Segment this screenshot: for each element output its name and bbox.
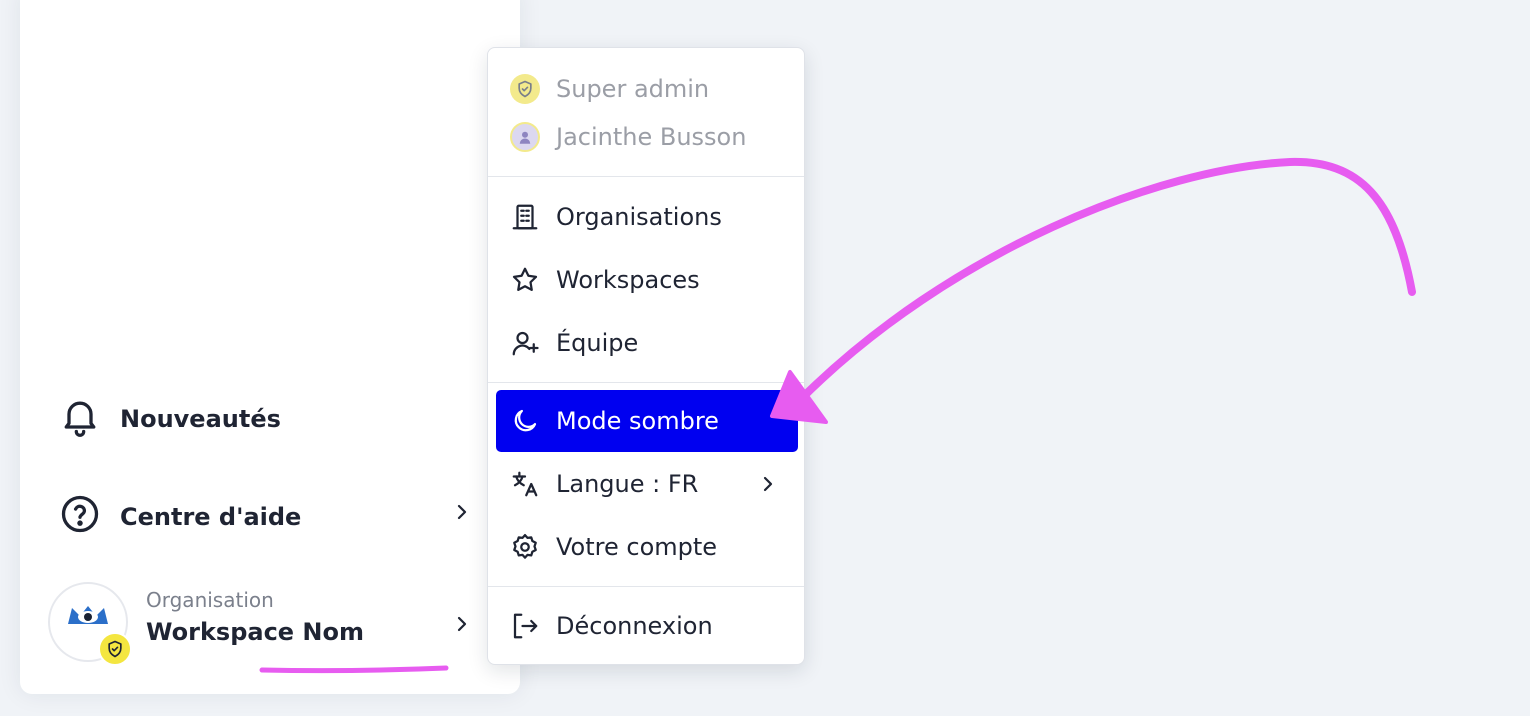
workspace-name[interactable]: Workspace Nom (146, 618, 364, 646)
menu-item-workspaces-label: Workspaces (556, 266, 700, 294)
building-icon (510, 202, 540, 232)
menu-divider (488, 382, 804, 383)
menu-item-language[interactable]: Langue : FR (496, 453, 798, 515)
menu-item-team-label: Équipe (556, 329, 639, 357)
menu-item-account-label: Votre compte (556, 533, 718, 561)
shield-check-icon (510, 74, 540, 104)
sidebar-item-help-label: Centre d'aide (120, 503, 302, 531)
question-circle-icon (58, 492, 102, 542)
logout-icon (510, 611, 540, 641)
sidebar-item-news-label: Nouveautés (120, 405, 281, 433)
sidebar-item-help[interactable]: Centre d'aide (58, 492, 301, 542)
menu-divider (488, 586, 804, 587)
menu-item-user-label: Jacinthe Busson (556, 123, 747, 151)
menu-item-organisations-label: Organisations (556, 203, 722, 231)
menu-item-account[interactable]: Votre compte (496, 516, 798, 578)
star-icon (510, 265, 540, 295)
menu-item-user: Jacinthe Busson (496, 106, 798, 168)
translate-icon (510, 469, 540, 499)
menu-item-dark-mode[interactable]: Mode sombre (496, 390, 798, 452)
chevron-right-icon[interactable] (452, 614, 472, 634)
menu-item-logout-label: Déconnexion (556, 612, 713, 640)
gear-icon (510, 532, 540, 562)
menu-item-team[interactable]: Équipe (496, 312, 798, 374)
organisation-avatar[interactable] (48, 582, 132, 666)
menu-item-workspaces[interactable]: Workspaces (496, 249, 798, 311)
chevron-right-icon (763, 476, 773, 492)
sidebar: Nouveautés Centre d'aide Organisation Wo (20, 0, 520, 694)
menu-item-organisations[interactable]: Organisations (496, 186, 798, 248)
menu-item-role-label: Super admin (556, 75, 710, 103)
admin-badge-icon (98, 632, 132, 666)
annotation-arrow (796, 157, 1416, 404)
menu-divider (488, 176, 804, 177)
user-avatar-icon (510, 122, 540, 152)
organisation-caption: Organisation (146, 588, 274, 612)
user-plus-icon (510, 328, 540, 358)
menu-item-dark-mode-label: Mode sombre (556, 407, 719, 435)
menu-item-language-label: Langue : FR (556, 470, 699, 498)
chevron-right-icon[interactable] (452, 502, 472, 522)
bell-icon (58, 394, 102, 444)
sidebar-item-news[interactable]: Nouveautés (58, 394, 281, 444)
account-menu: Super admin Jacinthe Busson Organisation… (487, 47, 805, 665)
moon-icon (510, 406, 540, 436)
menu-item-logout[interactable]: Déconnexion (496, 595, 798, 657)
